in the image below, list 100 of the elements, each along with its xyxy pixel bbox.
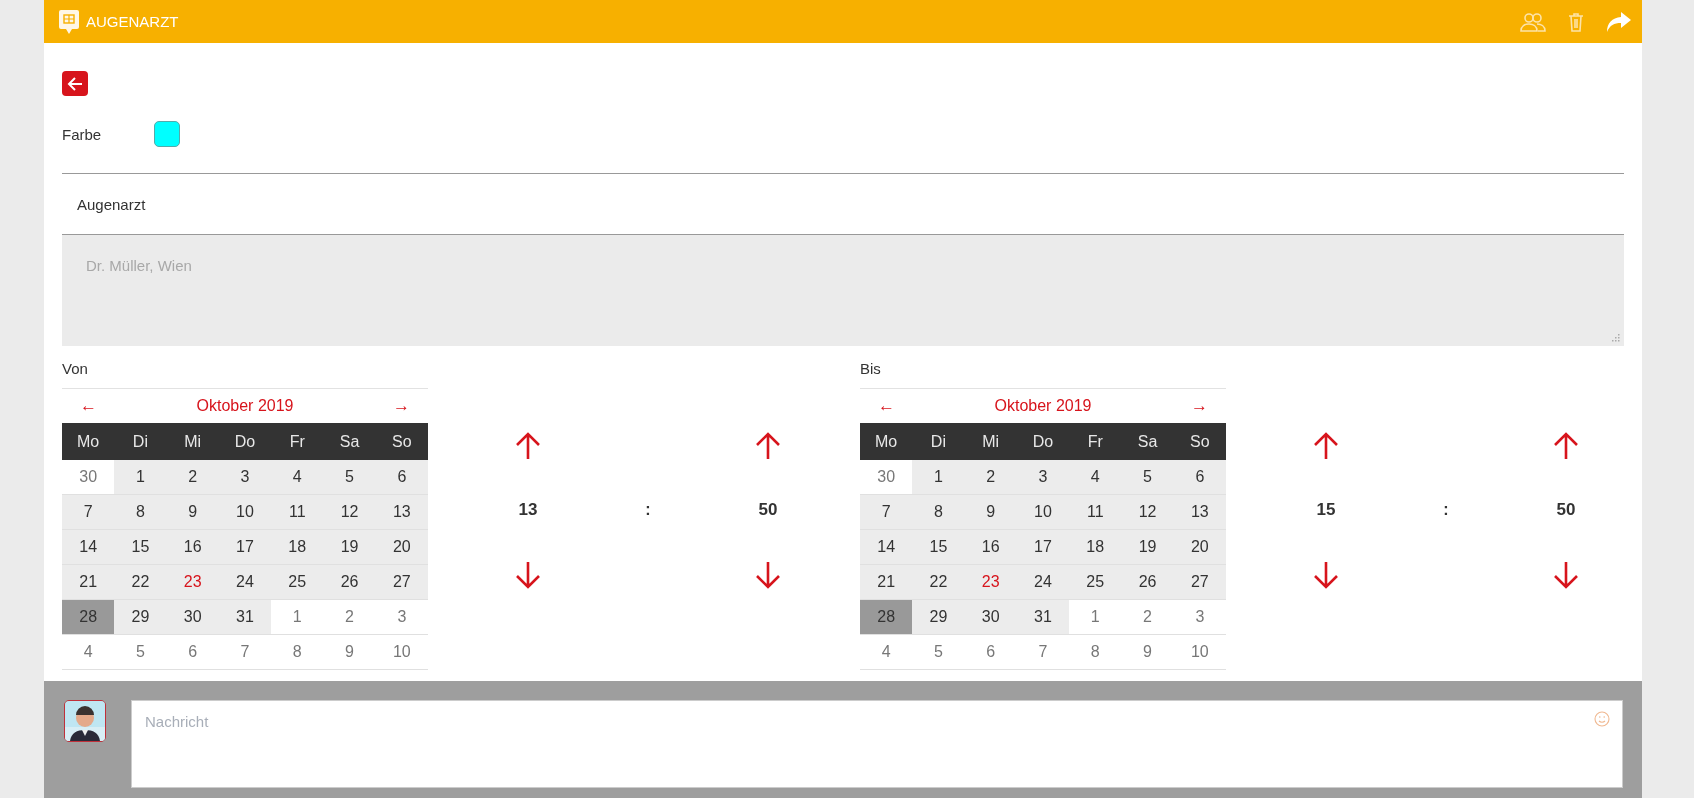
day-cell[interactable]: 6 [375, 460, 428, 495]
day-cell[interactable]: 2 [1121, 599, 1174, 635]
day-cell[interactable]: 14 [62, 529, 115, 565]
previous-month-button[interactable]: ← [878, 396, 895, 416]
day-cell[interactable]: 13 [375, 494, 428, 530]
day-cell[interactable]: 1 [114, 460, 167, 495]
day-cell[interactable]: 29 [912, 599, 965, 635]
day-cell[interactable]: 26 [323, 564, 376, 600]
hour-down-arrow-icon[interactable] [1313, 560, 1339, 590]
day-cell[interactable]: 16 [964, 529, 1017, 565]
next-month-button[interactable]: → [393, 396, 410, 416]
day-cell[interactable]: 6 [1173, 460, 1226, 495]
day-cell[interactable]: 16 [166, 529, 219, 565]
day-cell[interactable]: 10 [1173, 634, 1226, 670]
day-cell[interactable]: 2 [964, 460, 1017, 495]
title-field[interactable]: Augenarzt [62, 173, 1624, 235]
day-cell[interactable]: 8 [271, 634, 324, 670]
hour-up-arrow-icon[interactable] [515, 431, 541, 461]
resize-grip-icon[interactable] [1612, 334, 1620, 342]
day-cell[interactable]: 26 [1121, 564, 1174, 600]
day-cell[interactable]: 1 [1069, 599, 1122, 635]
day-cell[interactable]: 2 [166, 460, 219, 495]
day-cell[interactable]: 22 [912, 564, 965, 600]
next-month-button[interactable]: → [1191, 396, 1208, 416]
day-cell[interactable]: 1 [912, 460, 965, 495]
day-cell[interactable]: 5 [323, 460, 376, 495]
day-cell[interactable]: 28 [62, 599, 115, 635]
day-cell[interactable]: 7 [62, 494, 115, 530]
day-cell[interactable]: 7 [1016, 634, 1070, 670]
day-cell[interactable]: 18 [1069, 529, 1122, 565]
day-cell[interactable]: 4 [271, 460, 324, 495]
day-cell[interactable]: 31 [1016, 599, 1070, 635]
day-cell[interactable]: 6 [964, 634, 1017, 670]
day-cell[interactable]: 3 [375, 599, 428, 635]
day-cell[interactable]: 25 [271, 564, 324, 600]
day-cell[interactable]: 29 [114, 599, 167, 635]
day-cell[interactable]: 22 [114, 564, 167, 600]
day-cell[interactable]: 14 [860, 529, 913, 565]
day-cell[interactable]: 30 [964, 599, 1017, 635]
day-cell[interactable]: 8 [114, 494, 167, 530]
day-cell[interactable]: 8 [1069, 634, 1122, 670]
day-cell[interactable]: 19 [1121, 529, 1174, 565]
day-cell[interactable]: 28 [860, 599, 913, 635]
day-cell[interactable]: 25 [1069, 564, 1122, 600]
day-cell[interactable]: 27 [1173, 564, 1226, 600]
day-cell[interactable]: 3 [1016, 460, 1070, 495]
day-cell[interactable]: 4 [1069, 460, 1122, 495]
hour-down-arrow-icon[interactable] [515, 560, 541, 590]
day-cell[interactable]: 7 [860, 494, 913, 530]
day-cell[interactable]: 10 [375, 634, 428, 670]
hour-up-arrow-icon[interactable] [1313, 431, 1339, 461]
day-cell[interactable]: 4 [62, 634, 115, 670]
color-swatch[interactable] [154, 121, 180, 147]
day-cell[interactable]: 9 [166, 494, 219, 530]
minute-up-arrow-icon[interactable] [1553, 431, 1579, 461]
day-cell[interactable]: 17 [1016, 529, 1070, 565]
day-cell[interactable]: 3 [218, 460, 272, 495]
day-cell[interactable]: 30 [62, 460, 115, 495]
day-cell[interactable]: 12 [323, 494, 376, 530]
day-cell[interactable]: 20 [375, 529, 428, 565]
minute-down-arrow-icon[interactable] [1553, 560, 1579, 590]
day-cell[interactable]: 5 [912, 634, 965, 670]
day-cell[interactable]: 3 [1173, 599, 1226, 635]
day-cell[interactable]: 7 [218, 634, 272, 670]
day-cell[interactable]: 15 [912, 529, 965, 565]
day-cell[interactable]: 13 [1173, 494, 1226, 530]
day-cell[interactable]: 9 [964, 494, 1017, 530]
day-cell[interactable]: 1 [271, 599, 324, 635]
day-cell[interactable]: 30 [860, 460, 913, 495]
day-cell[interactable]: 2 [323, 599, 376, 635]
day-cell[interactable]: 11 [1069, 494, 1122, 530]
day-cell[interactable]: 5 [1121, 460, 1174, 495]
day-cell[interactable]: 18 [271, 529, 324, 565]
day-cell[interactable]: 10 [218, 494, 272, 530]
day-cell[interactable]: 11 [271, 494, 324, 530]
day-cell[interactable]: 23 [166, 564, 219, 600]
day-cell[interactable]: 31 [218, 599, 272, 635]
day-cell[interactable]: 15 [114, 529, 167, 565]
minute-up-arrow-icon[interactable] [755, 431, 781, 461]
day-cell[interactable]: 27 [375, 564, 428, 600]
back-button[interactable] [62, 71, 88, 96]
previous-month-button[interactable]: ← [80, 396, 97, 416]
day-cell[interactable]: 9 [323, 634, 376, 670]
day-cell[interactable]: 24 [1016, 564, 1070, 600]
day-cell[interactable]: 4 [860, 634, 913, 670]
day-cell[interactable]: 21 [860, 564, 913, 600]
day-cell[interactable]: 30 [166, 599, 219, 635]
day-cell[interactable]: 5 [114, 634, 167, 670]
day-cell[interactable]: 21 [62, 564, 115, 600]
day-cell[interactable]: 23 [964, 564, 1017, 600]
day-cell[interactable]: 19 [323, 529, 376, 565]
day-cell[interactable]: 20 [1173, 529, 1226, 565]
day-cell[interactable]: 9 [1121, 634, 1174, 670]
day-cell[interactable]: 8 [912, 494, 965, 530]
day-cell[interactable]: 24 [218, 564, 272, 600]
day-cell[interactable]: 17 [218, 529, 272, 565]
day-cell[interactable]: 10 [1016, 494, 1070, 530]
day-cell[interactable]: 6 [166, 634, 219, 670]
day-cell[interactable]: 12 [1121, 494, 1174, 530]
minute-down-arrow-icon[interactable] [755, 560, 781, 590]
